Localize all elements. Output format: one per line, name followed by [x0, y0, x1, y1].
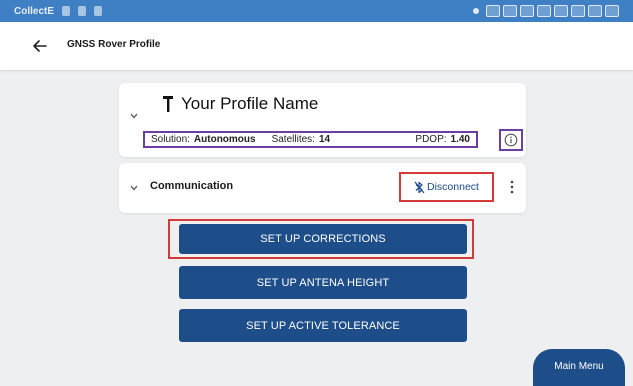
satellites-group: Satellites: 14	[272, 134, 330, 145]
status-bar-left: CollectE	[14, 3, 103, 19]
solution-status-row: Solution: Autonomous Satellites: 14 PDOP…	[143, 131, 478, 148]
chevron-down-icon	[130, 185, 138, 191]
satellites-label: Satellites:	[271, 134, 315, 145]
status-bar-icons	[473, 4, 619, 18]
pdop-group: PDOP: 1.40	[415, 134, 470, 145]
status-icon	[503, 5, 517, 17]
status-bar-app-label: CollectE	[14, 5, 55, 17]
status-icon	[554, 5, 568, 17]
status-bar: CollectE	[0, 0, 633, 22]
arrow-left-icon	[33, 40, 47, 52]
survey-pole-icon	[163, 96, 173, 112]
status-icon	[537, 5, 551, 17]
communication-expand-toggle[interactable]	[127, 181, 141, 195]
status-icon	[520, 5, 534, 17]
profile-name: Your Profile Name	[181, 94, 319, 113]
chevron-down-icon	[130, 113, 138, 119]
profile-card: Your Profile Name Solution: Autonomous S…	[119, 83, 526, 157]
info-button[interactable]	[499, 129, 523, 151]
pdop-value: 1.40	[450, 134, 470, 145]
communication-card: Communication Disconnect	[119, 163, 526, 213]
page-title: GNSS Rover Profile	[67, 39, 161, 50]
disconnect-label: Disconnect	[427, 181, 479, 193]
app-bar: GNSS Rover Profile	[0, 22, 633, 70]
notification-icon	[94, 6, 103, 16]
more-vert-icon	[510, 180, 514, 194]
solution-value: Autonomous	[193, 134, 256, 145]
bluetooth-status-icon	[473, 8, 479, 14]
pdop-label: PDOP:	[415, 134, 447, 145]
set-up-antena-height-button[interactable]: SET UP ANTENA HEIGHT	[179, 266, 467, 299]
notification-icon	[62, 6, 71, 16]
set-up-corrections-button[interactable]: SET UP CORRECTIONS	[179, 224, 467, 254]
back-button[interactable]	[28, 34, 52, 58]
solution-label: Solution:	[151, 134, 190, 145]
set-up-active-tolerance-button[interactable]: SET UP ACTIVE TOLERANCE	[179, 309, 467, 342]
status-icon	[486, 5, 500, 17]
communication-label: Communication	[150, 180, 234, 192]
info-icon	[504, 133, 518, 147]
status-icon	[588, 5, 602, 17]
notification-icon	[78, 6, 87, 16]
disconnect-button[interactable]: Disconnect	[399, 172, 494, 202]
main-menu-button[interactable]: Main Menu	[533, 349, 625, 386]
satellites-value: 14	[318, 134, 331, 145]
status-icon	[605, 5, 619, 17]
more-options-button[interactable]	[505, 176, 519, 198]
profile-expand-toggle[interactable]	[127, 109, 141, 123]
solution-group: Solution: Autonomous	[151, 134, 256, 145]
status-icon	[571, 5, 585, 17]
bluetooth-off-icon	[414, 181, 425, 193]
